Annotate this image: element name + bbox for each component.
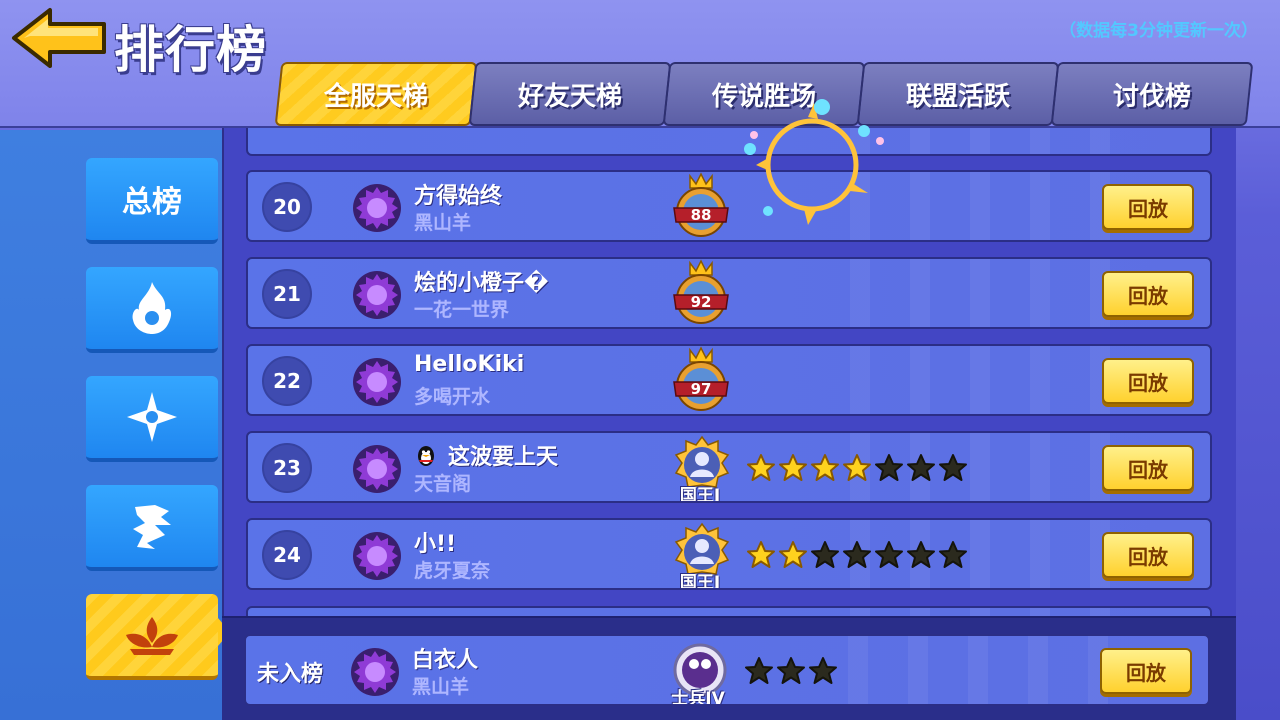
tab-server-ladder[interactable]: 全服天梯 <box>274 62 478 126</box>
table-row-self: 未入榜 白衣人 黑山羊 士兵IV 回放 <box>244 634 1210 706</box>
legend-medal: 92 <box>670 259 732 327</box>
self-player-name: 白衣人 <box>412 648 479 673</box>
dragon-class-icon <box>133 505 171 549</box>
self-stars <box>744 656 838 686</box>
medal-level: 88 <box>690 206 712 224</box>
table-row: 20 方得始终黑山羊 88 回放 <box>246 170 1212 242</box>
player-name-text: 方得始终 <box>414 184 503 209</box>
rank-number: 21 <box>262 269 312 319</box>
star-empty-icon <box>843 541 871 568</box>
update-note: （数据每3分钟更新一次） <box>1059 21 1258 41</box>
replay-button[interactable]: 回放 <box>1102 184 1194 230</box>
tab-legend-wins[interactable]: 传说胜场 <box>662 62 866 126</box>
sidebar-item-total[interactable]: 总榜 <box>86 158 218 244</box>
legend-medal: 88 <box>670 172 732 240</box>
star-empty-icon <box>939 454 967 481</box>
guild-name: 一花一世界 <box>414 299 510 321</box>
star-empty-icon <box>907 454 935 481</box>
emblem-icon <box>353 271 401 319</box>
player-name: 小!! <box>414 526 456 558</box>
back-arrow-icon[interactable] <box>10 6 110 70</box>
star-filled-icon <box>779 454 807 481</box>
star-filled-icon <box>779 541 807 568</box>
star-filled-icon <box>811 454 839 481</box>
emblem-icon <box>353 532 401 580</box>
tab-friend-ladder[interactable]: 好友天梯 <box>468 62 672 126</box>
rank-number: 22 <box>262 356 312 406</box>
flame-class-icon <box>132 282 172 334</box>
list-item-partial-top <box>246 128 1212 156</box>
player-name: 烩的小橙子� <box>414 265 549 297</box>
replay-button[interactable]: 回放 <box>1102 445 1194 491</box>
player-name: 这波要上天 <box>414 439 558 471</box>
medal-level: 92 <box>690 293 712 311</box>
table-row: 23 这波要上天天音阁国王I 回放 <box>246 431 1212 503</box>
star-rating <box>746 453 968 483</box>
tier-label: 国王I <box>679 573 721 590</box>
lotus-class-icon <box>126 617 178 655</box>
legend-medal: 97 <box>670 346 732 414</box>
tab-alliance-active[interactable]: 联盟活跃 <box>856 62 1060 126</box>
table-row: 22 HelloKiki 多喝开水 97 回放 <box>246 344 1212 416</box>
sidebar-item-flame[interactable] <box>86 267 218 353</box>
header-bar: 排行榜 （数据每3分钟更新一次） 全服天梯 好友天梯 传说胜场 联盟活跃 讨伐榜 <box>0 0 1280 128</box>
star-rating <box>746 540 968 570</box>
self-replay-button[interactable]: 回放 <box>1100 648 1192 694</box>
star-filled-icon <box>747 454 775 481</box>
star-empty-icon <box>811 541 839 568</box>
player-name-text: HelloKiki <box>414 352 525 377</box>
self-tier-label: 士兵IV <box>671 689 725 706</box>
player-name-text: 这波要上天 <box>448 445 559 470</box>
star-empty-icon <box>809 657 837 684</box>
player-name-text: 烩的小橙子� <box>414 271 549 296</box>
guild-name: 黑山羊 <box>414 212 472 234</box>
table-row: 21 烩的小橙子� 一花一世界 92 回放 <box>246 257 1212 329</box>
my-ranking-row: 未入榜 白衣人 黑山羊 士兵IV 回放 <box>222 616 1236 720</box>
self-rank: 未入榜 <box>256 662 323 687</box>
emblem-icon <box>351 648 399 696</box>
emblem-icon <box>353 445 401 493</box>
ranking-tabs: 全服天梯 好友天梯 传说胜场 联盟活跃 讨伐榜 <box>274 62 1254 128</box>
shuriken-class-icon <box>127 392 177 442</box>
sidebar-item-lotus[interactable] <box>86 594 218 680</box>
sidebar-item-shuriken[interactable] <box>86 376 218 462</box>
rank-number: 24 <box>262 530 312 580</box>
player-name: 方得始终 <box>414 178 502 210</box>
star-empty-icon <box>875 541 903 568</box>
star-empty-icon <box>875 454 903 481</box>
replay-button[interactable]: 回放 <box>1102 358 1194 404</box>
star-empty-icon <box>939 541 967 568</box>
player-name-text: 小!! <box>414 532 457 557</box>
star-filled-icon <box>843 454 871 481</box>
star-empty-icon <box>777 657 805 684</box>
table-row: 24 小!! 虎牙夏奈国王I 回放 <box>246 518 1212 590</box>
replay-button[interactable]: 回放 <box>1102 532 1194 578</box>
sidebar-item-dragon[interactable] <box>86 485 218 571</box>
category-sidebar: 总榜 <box>0 130 222 720</box>
star-empty-icon <box>907 541 935 568</box>
tier-label: 国王I <box>679 486 721 503</box>
tab-crusade[interactable]: 讨伐榜 <box>1050 62 1254 126</box>
medal-level: 97 <box>690 380 712 398</box>
qq-penguin-icon <box>418 446 434 466</box>
star-filled-icon <box>747 541 775 568</box>
replay-button[interactable]: 回放 <box>1102 271 1194 317</box>
emblem-icon <box>353 184 401 232</box>
emblem-icon <box>353 358 401 406</box>
player-name: HelloKiki <box>414 352 524 377</box>
guild-name: 多喝开水 <box>414 386 491 408</box>
rank-number: 20 <box>262 182 312 232</box>
star-empty-icon <box>745 657 773 684</box>
self-guild-name: 黑山羊 <box>412 676 470 698</box>
page-title: 排行榜 <box>114 21 267 79</box>
rank-number: 23 <box>262 443 312 493</box>
guild-name: 天音阁 <box>414 473 472 495</box>
guild-name: 虎牙夏奈 <box>414 560 491 582</box>
